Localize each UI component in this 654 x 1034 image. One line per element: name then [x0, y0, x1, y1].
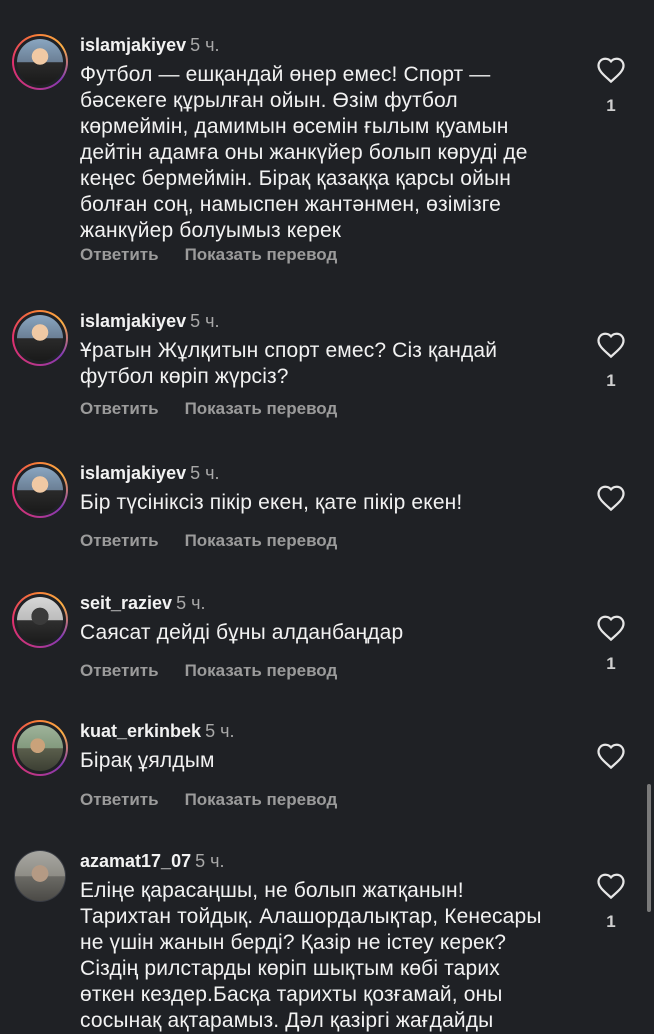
- show-translation-button[interactable]: Показать перевод: [185, 245, 338, 264]
- user-avatar-icon: [17, 725, 63, 771]
- username[interactable]: azamat17_07: [80, 851, 191, 871]
- username[interactable]: islamjakiyev: [80, 311, 186, 331]
- timestamp: 5 ч.: [190, 35, 220, 55]
- user-avatar-icon: [17, 467, 63, 513]
- timestamp: 5 ч.: [190, 463, 220, 483]
- like-count: 1: [606, 96, 616, 115]
- timestamp: 5 ч.: [195, 851, 225, 871]
- avatar[interactable]: [12, 462, 68, 518]
- show-translation-button[interactable]: Показать перевод: [185, 661, 338, 680]
- reply-button[interactable]: Ответить: [80, 790, 159, 809]
- reply-button[interactable]: Ответить: [80, 245, 159, 264]
- comment-text: Бір түсініксіз пікір екен, қате пікір ек…: [80, 491, 463, 514]
- user-avatar-icon: [17, 597, 63, 643]
- show-translation-button[interactable]: Показать перевод: [185, 790, 338, 809]
- heart-outline-icon[interactable]: [596, 614, 626, 642]
- comment-text: Бірақ ұялдым: [80, 749, 215, 772]
- avatar[interactable]: [12, 720, 68, 776]
- avatar[interactable]: [12, 592, 68, 648]
- timestamp: 5 ч.: [190, 311, 220, 331]
- avatar[interactable]: [12, 34, 68, 90]
- avatar[interactable]: [14, 850, 66, 902]
- user-avatar-icon: [17, 315, 63, 361]
- comment-text: Саясат дейді бұны алданбаңдар: [80, 621, 404, 644]
- comment-text: Ұратын Жұлқитын спорт емес? Сіз қандай ф…: [80, 339, 498, 388]
- show-translation-button[interactable]: Показать перевод: [185, 531, 338, 550]
- user-avatar-icon: [15, 851, 65, 901]
- scrollbar[interactable]: [647, 784, 651, 912]
- show-translation-button[interactable]: Показать перевод: [185, 399, 338, 418]
- avatar[interactable]: [12, 310, 68, 366]
- timestamp: 5 ч.: [205, 721, 235, 741]
- username[interactable]: islamjakiyev: [80, 463, 186, 483]
- reply-button[interactable]: Ответить: [80, 399, 159, 418]
- username[interactable]: kuat_erkinbek: [80, 721, 201, 741]
- username[interactable]: islamjakiyev: [80, 35, 186, 55]
- timestamp: 5 ч.: [176, 593, 206, 613]
- comment-text: Футбол — ешқандай өнер емес! Спорт — бәс…: [80, 63, 528, 242]
- username[interactable]: seit_raziev: [80, 593, 172, 613]
- heart-outline-icon[interactable]: [596, 484, 626, 512]
- comment-text: Еліңе қарасаңшы, не болып жатқанын! Тари…: [80, 879, 542, 1032]
- heart-outline-icon[interactable]: [596, 56, 626, 84]
- like-count: 1: [606, 912, 616, 931]
- heart-outline-icon[interactable]: [596, 742, 626, 770]
- user-avatar-icon: [17, 39, 63, 85]
- reply-button[interactable]: Ответить: [80, 661, 159, 680]
- heart-outline-icon[interactable]: [596, 872, 626, 900]
- reply-button[interactable]: Ответить: [80, 531, 159, 550]
- heart-outline-icon[interactable]: [596, 331, 626, 359]
- like-count: 1: [606, 371, 616, 390]
- like-count: 1: [606, 654, 616, 673]
